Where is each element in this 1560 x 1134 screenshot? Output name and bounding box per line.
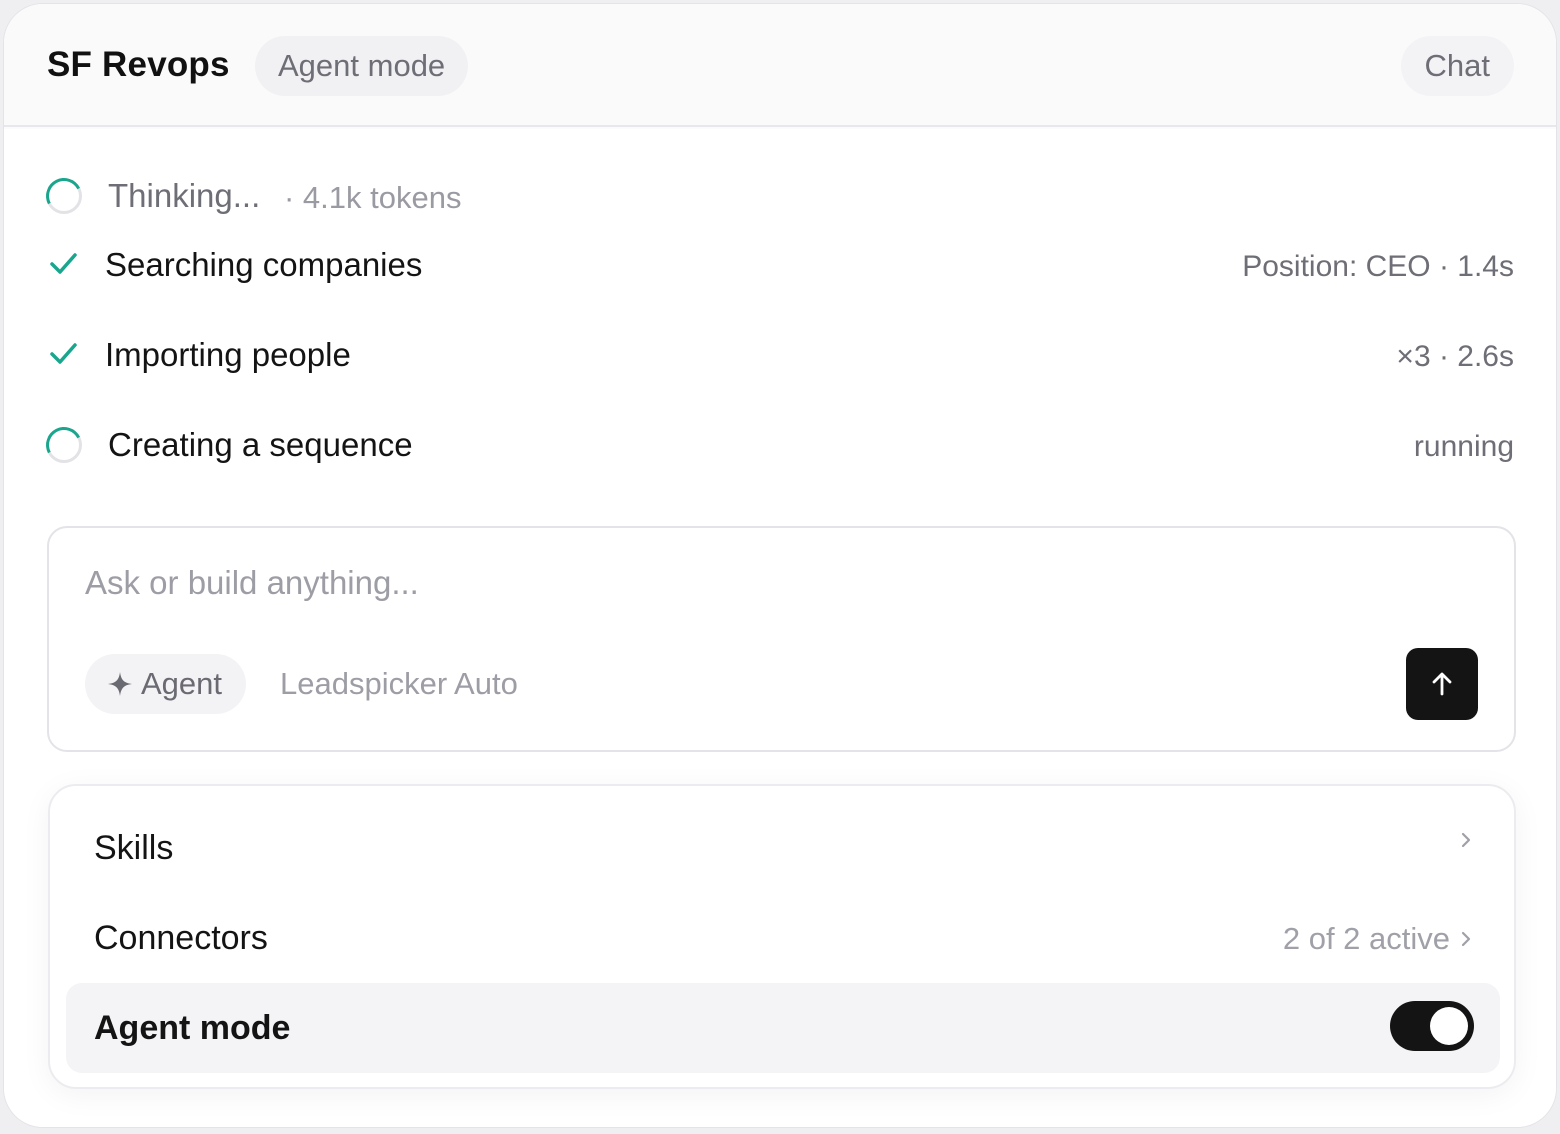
panel-header: SF Revops Agent mode Chat — [4, 4, 1556, 127]
step-searching-companies: Searching companies Position: CEO · 1.4s — [4, 235, 1556, 295]
prompt-input[interactable] — [85, 560, 1285, 606]
agent-panel: SF Revops Agent mode Chat Thinking... · … — [3, 3, 1557, 1128]
checkmark-icon — [50, 253, 77, 274]
agent-mode-badge: Agent mode — [255, 36, 469, 96]
menu-item-right — [1450, 829, 1474, 851]
toggle-knob — [1430, 1007, 1468, 1045]
checkmark-icon — [50, 343, 77, 364]
model-selector[interactable]: Leadspicker Auto — [280, 664, 518, 704]
agent-mode-toggle[interactable] — [1390, 1001, 1474, 1051]
workspace-title: SF Revops — [47, 45, 230, 84]
send-button[interactable] — [1406, 648, 1478, 720]
step-thinking: Thinking... · 4.1k tokens — [4, 166, 1556, 226]
chevron-right-icon — [1461, 832, 1471, 848]
menu-item-agent-mode[interactable]: Agent mode — [66, 983, 1500, 1073]
step-label: Creating a sequence — [108, 426, 413, 463]
step-label: Thinking... — [108, 177, 261, 214]
spinner-icon — [46, 427, 82, 463]
step-meta: ×3 · 2.6s — [1396, 340, 1514, 373]
chevron-right-icon — [1461, 931, 1471, 947]
step-importing-people: Importing people ×3 · 2.6s — [4, 325, 1556, 385]
panel-content: Thinking... · 4.1k tokens Searching comp… — [4, 129, 1556, 1127]
connectors-status-text: 2 of 2 active — [1282, 921, 1450, 956]
step-label: Searching companies — [105, 246, 423, 283]
menu-item-label: Agent mode — [94, 1009, 291, 1047]
step-meta: Position: CEO · 1.4s — [1242, 250, 1514, 283]
agent-chip[interactable]: Agent — [85, 654, 247, 714]
menu-item-skills[interactable]: Skills — [66, 803, 1500, 893]
connectors-status: 2 of 2 active — [1283, 919, 1474, 959]
step-label: Importing people — [105, 336, 351, 373]
sparkle-icon — [108, 672, 132, 696]
menu-item-connectors[interactable]: Connectors 2 of 2 active — [66, 893, 1500, 983]
step-creating-sequence: Creating a sequence running — [4, 415, 1556, 475]
composer: Agent Leadspicker Auto — [47, 526, 1516, 752]
spinner-icon — [46, 178, 82, 214]
chat-button[interactable]: Chat — [1400, 36, 1514, 96]
menu-item-label: Connectors — [94, 919, 268, 957]
token-count: · 4.1k tokens — [284, 180, 462, 215]
menu-item-label: Skills — [94, 829, 174, 867]
step-meta: running — [1413, 430, 1514, 463]
settings-menu: Skills Connectors 2 of 2 active Agent mo — [48, 784, 1516, 1089]
arrow-up-icon — [1432, 672, 1452, 696]
agent-chip-label: Agent — [141, 666, 223, 701]
